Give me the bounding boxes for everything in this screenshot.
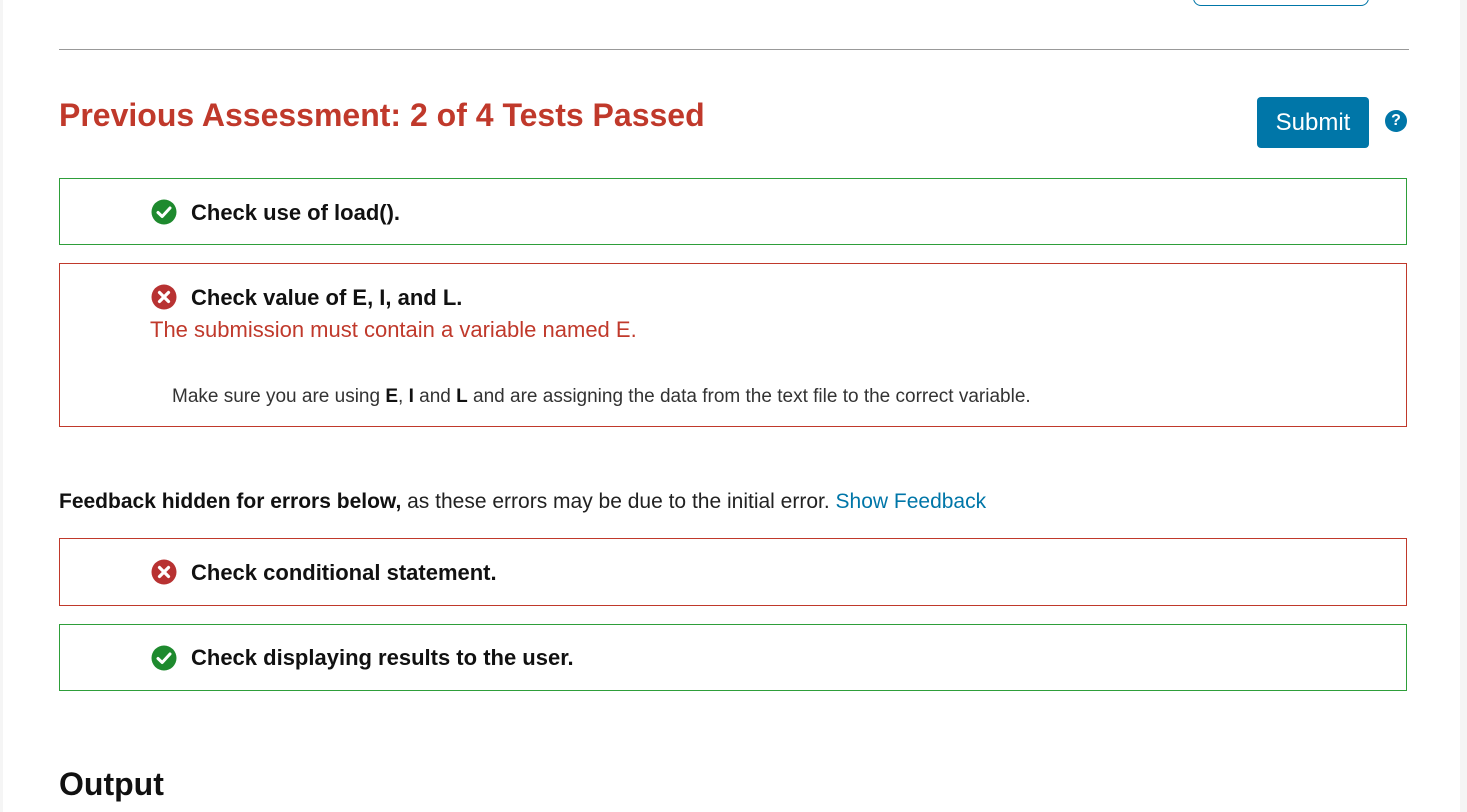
x-circle-icon bbox=[151, 284, 177, 310]
hint-text-part: Make sure you are using bbox=[172, 386, 386, 407]
test-result-load: Check use of load(). bbox=[59, 178, 1407, 245]
test-result-display: Check displaying results to the user. bbox=[59, 624, 1407, 691]
feedback-notice-text: as these errors may be due to the initia… bbox=[401, 490, 836, 513]
hint-variable: L bbox=[456, 386, 468, 407]
test-title: Check conditional statement. bbox=[191, 560, 497, 585]
x-circle-icon bbox=[151, 559, 177, 585]
feedback-notice-bold: Feedback hidden for errors below, bbox=[59, 490, 402, 513]
hint-text-part: and are assigning the data from the text… bbox=[467, 386, 1031, 407]
assessment-title: Previous Assessment: 2 of 4 Tests Passed bbox=[59, 97, 705, 133]
test-title: Check value of E, I, and L. bbox=[191, 285, 463, 310]
test-title: Check displaying results to the user. bbox=[191, 645, 574, 670]
hint-text-part: and bbox=[413, 386, 457, 407]
feedback-notice: Feedback hidden for errors below, as the… bbox=[59, 488, 986, 516]
hint-text-part: , bbox=[398, 386, 409, 407]
top-button-partial[interactable] bbox=[1193, 0, 1369, 6]
output-heading: Output bbox=[59, 766, 164, 802]
hint-variable: E bbox=[385, 386, 399, 407]
test-result-values: Check value of E, I, and L. The submissi… bbox=[59, 263, 1407, 427]
submit-button[interactable]: Submit bbox=[1257, 97, 1369, 148]
test-result-conditional: Check conditional statement. bbox=[59, 538, 1407, 606]
check-circle-icon bbox=[151, 199, 177, 225]
show-feedback-link[interactable]: Show Feedback bbox=[836, 490, 987, 513]
assessment-panel: Previous Assessment: 2 of 4 Tests Passed… bbox=[3, 0, 1460, 812]
help-icon[interactable]: ? bbox=[1385, 110, 1407, 132]
error-message: The submission must contain a variable n… bbox=[150, 317, 637, 342]
test-title: Check use of load(). bbox=[191, 200, 401, 225]
divider bbox=[59, 49, 1409, 50]
check-circle-icon bbox=[151, 645, 177, 671]
hint-text: Make sure you are using E, I and L and a… bbox=[172, 384, 1031, 410]
